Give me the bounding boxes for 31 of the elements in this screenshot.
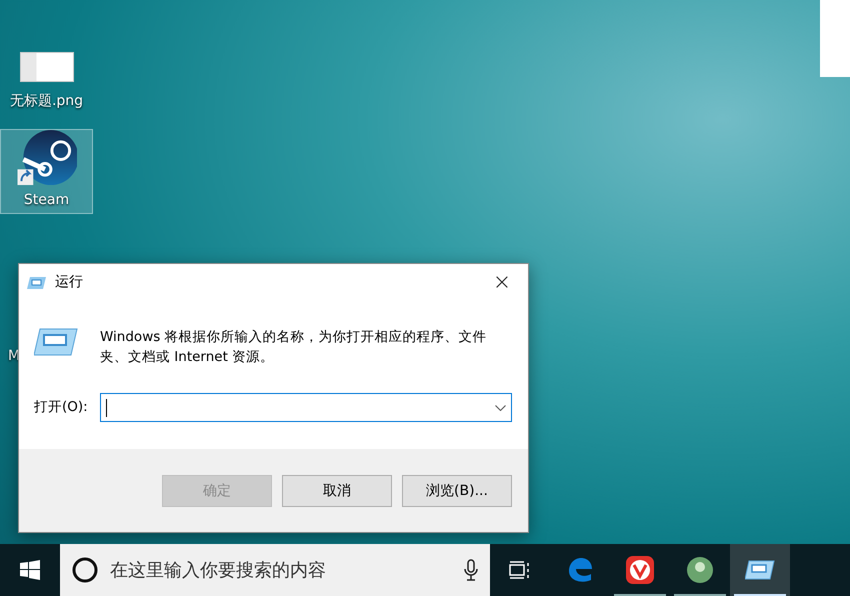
- search-placeholder: 在这里输入你要搜索的内容: [110, 558, 327, 582]
- task-view-icon: [509, 561, 531, 579]
- microphone-icon: [464, 559, 478, 581]
- taskbar-app-button[interactable]: [730, 544, 790, 596]
- vivaldi-logo-icon: [626, 556, 654, 584]
- app-circle-icon: [686, 556, 714, 584]
- icon-label: 无标题.png: [10, 92, 84, 111]
- windows-logo-icon: [20, 560, 40, 580]
- desktop-icon[interactable]: 无标题.png: [0, 30, 93, 115]
- image-thumbnail-icon: [20, 52, 74, 82]
- window-title: 运行: [55, 273, 83, 292]
- edge-logo-icon: [567, 557, 593, 583]
- dialog-button[interactable]: 浏览(B)...: [402, 475, 512, 507]
- run-icon: [27, 276, 47, 290]
- running-indicator: [734, 594, 786, 596]
- icon-label: Steam: [24, 191, 70, 210]
- command-combobox[interactable]: [100, 393, 512, 422]
- dialog-button[interactable]: 取消: [282, 475, 392, 507]
- close-button[interactable]: ×: [484, 268, 520, 298]
- desktop-icon[interactable]: Steam: [0, 129, 93, 214]
- open-label: 打开(O):: [34, 398, 89, 418]
- running-indicator: [614, 594, 666, 596]
- dropdown-chevron-icon: [495, 404, 506, 410]
- icon-label: M: [8, 347, 20, 366]
- run-icon: [34, 327, 78, 357]
- dialog-message: Windows 将根据你所输入的名称，为你打开相应的程序、文件夹、文档或 Internet 资源。: [100, 328, 488, 367]
- cortana-circle-icon: [72, 557, 98, 583]
- steam-logo-icon: [16, 130, 76, 187]
- running-indicator: [674, 594, 726, 596]
- run-icon: [745, 560, 775, 580]
- search-box[interactable]: 在这里输入你要搜索的内容: [60, 544, 490, 596]
